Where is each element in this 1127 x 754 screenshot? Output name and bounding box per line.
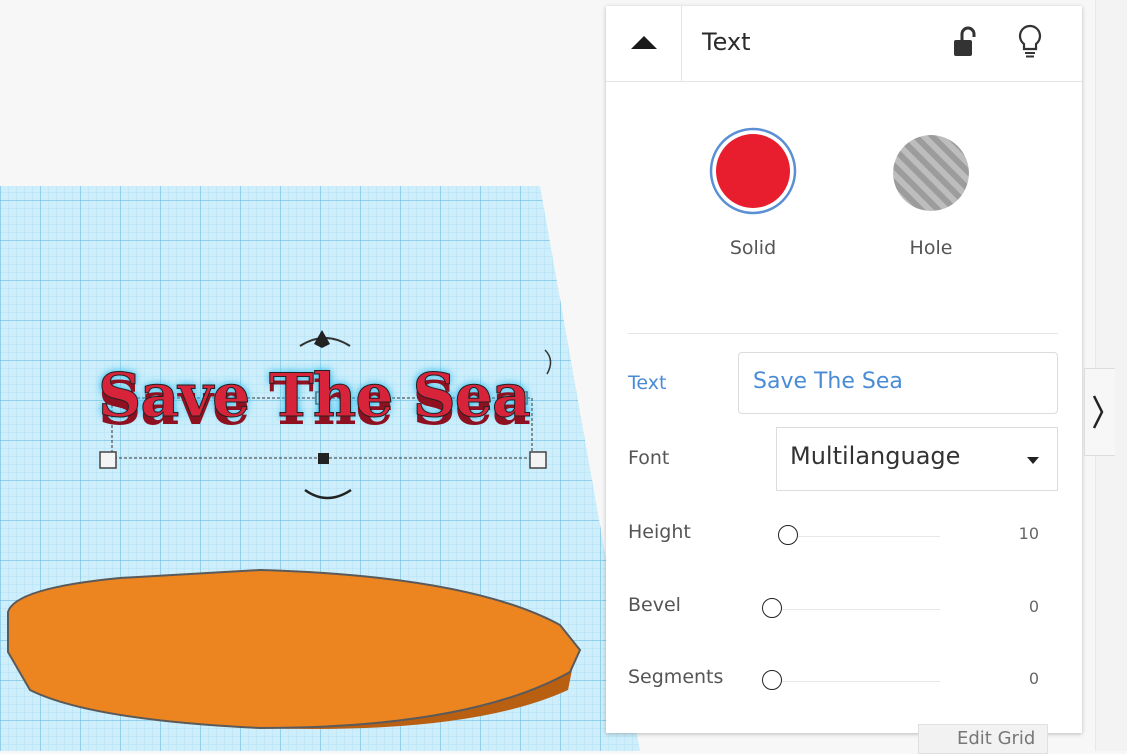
height-property-label: Height	[628, 521, 691, 543]
caret-down-icon	[1027, 457, 1039, 464]
font-selected-value: Multilanguage	[790, 442, 961, 470]
collapse-panel-button[interactable]	[606, 6, 682, 81]
hole-mode-button[interactable]	[886, 128, 976, 218]
height-value: 10	[1018, 524, 1039, 543]
triangle-up-icon	[631, 36, 657, 49]
bevel-slider[interactable]	[762, 598, 940, 622]
lightbulb-icon[interactable]	[1016, 23, 1044, 59]
solid-label: Solid	[729, 237, 777, 259]
height-slider[interactable]	[778, 525, 940, 549]
unlocked-padlock-icon[interactable]	[952, 26, 978, 58]
bevel-property-label: Bevel	[628, 594, 681, 616]
slider-track	[778, 536, 940, 537]
bevel-value: 0	[1028, 597, 1039, 616]
text-property-label: Text	[628, 372, 667, 394]
shape-inspector-panel: Text Solid Hole Text Save The Sea Font M…	[606, 6, 1082, 733]
hole-label: Hole	[909, 237, 953, 259]
slider-knob[interactable]	[762, 670, 782, 690]
chevron-right-icon	[1092, 395, 1104, 429]
segments-value: 0	[1028, 669, 1039, 688]
divider	[628, 333, 1058, 334]
slider-track	[762, 609, 940, 610]
segments-property-label: Segments	[628, 666, 724, 688]
slider-track	[762, 681, 940, 682]
font-property-label: Font	[628, 447, 670, 469]
font-dropdown[interactable]: Multilanguage	[776, 427, 1058, 491]
slider-knob[interactable]	[778, 525, 798, 545]
segments-slider[interactable]	[762, 670, 940, 694]
text-input[interactable]: Save The Sea	[738, 352, 1058, 414]
panel-header: Text	[606, 6, 1082, 82]
slider-knob[interactable]	[762, 598, 782, 618]
expand-sidebar-button[interactable]	[1084, 368, 1115, 456]
solid-mode-button[interactable]	[708, 126, 798, 216]
panel-title: Text	[702, 28, 751, 56]
text-shape[interactable]: Save The Sea	[98, 366, 532, 427]
edit-grid-button[interactable]: Edit Grid	[918, 724, 1048, 754]
